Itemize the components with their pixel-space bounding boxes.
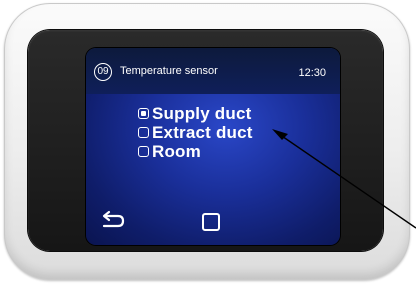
clock: 12:30 bbox=[298, 67, 326, 79]
status-bar: 09 Temperature sensor 12:30 bbox=[86, 48, 340, 94]
home-button[interactable] bbox=[202, 213, 220, 231]
option-label: Supply duct bbox=[152, 103, 252, 123]
option-label: Room bbox=[152, 141, 201, 161]
menu-number-badge: 09 bbox=[94, 63, 112, 81]
sensor-options-list: Supply duct Extract duct Room bbox=[138, 104, 253, 161]
back-button[interactable] bbox=[96, 210, 128, 232]
option-room[interactable]: Room bbox=[138, 142, 253, 161]
screen-title: Temperature sensor bbox=[120, 65, 218, 77]
back-arrow-icon bbox=[102, 210, 125, 228]
display-screen: 09 Temperature sensor 12:30 Supply duct … bbox=[86, 48, 340, 245]
option-label: Extract duct bbox=[152, 122, 253, 142]
checkbox-empty-icon bbox=[138, 146, 149, 157]
checkbox-checked-icon bbox=[138, 108, 149, 119]
checkbox-empty-icon bbox=[138, 127, 149, 138]
option-extract-duct[interactable]: Extract duct bbox=[138, 123, 253, 142]
option-supply-duct[interactable]: Supply duct bbox=[138, 104, 253, 123]
